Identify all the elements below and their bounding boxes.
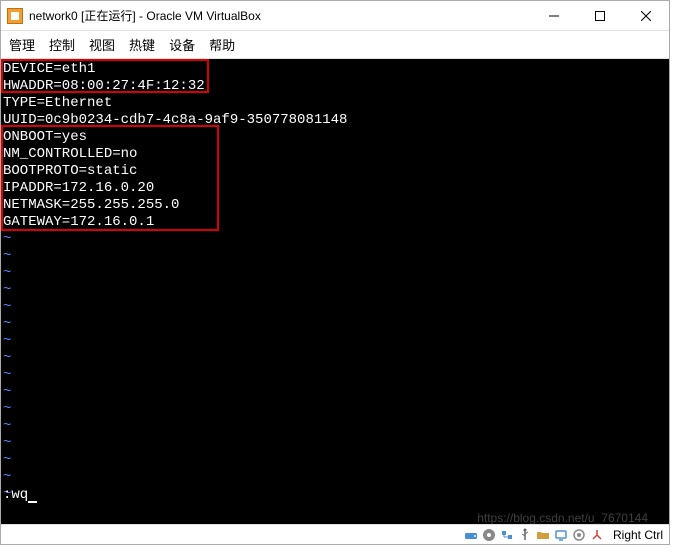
window-title: network0 [正在运行] - Oracle VM VirtualBox xyxy=(29,7,531,24)
menu-devices[interactable]: 设备 xyxy=(169,35,195,54)
menu-control[interactable]: 控制 xyxy=(49,35,75,54)
terminal-cursor xyxy=(28,501,37,503)
terminal-area[interactable]: DEVICE=eth1 HWADDR=08:00:27:4F:12:32 TYP… xyxy=(1,59,669,524)
menubar: 管理 控制 视图 热键 设备 帮助 xyxy=(1,31,669,59)
vim-tilde: ~ xyxy=(3,367,11,383)
vim-command-line: :wq xyxy=(3,487,37,504)
term-line: TYPE=Ethernet xyxy=(3,95,112,111)
term-line: BOOTPROTO=static xyxy=(3,163,137,179)
host-key-label: Right Ctrl xyxy=(613,528,663,542)
term-line: NETMASK=255.255.255.0 xyxy=(3,197,179,213)
usb-icon[interactable] xyxy=(517,527,533,543)
term-line: NM_CONTROLLED=no xyxy=(3,146,137,162)
vim-tilde: ~ xyxy=(3,231,11,247)
menu-view[interactable]: 视图 xyxy=(89,35,115,54)
vim-tilde: ~ xyxy=(3,333,11,349)
term-line: UUID=0c9b0234-cdb7-4c8a-9af9-35077808114… xyxy=(3,112,347,128)
titlebar: network0 [正在运行] - Oracle VM VirtualBox xyxy=(1,1,669,31)
term-line: HWADDR=08:00:27:4F:12:32 xyxy=(3,78,205,94)
display-icon[interactable] xyxy=(553,527,569,543)
menu-manage[interactable]: 管理 xyxy=(9,35,35,54)
vim-tilde: ~ xyxy=(3,299,11,315)
menu-help[interactable]: 帮助 xyxy=(209,35,235,54)
recording-icon[interactable] xyxy=(571,527,587,543)
shared-folder-icon[interactable] xyxy=(535,527,551,543)
maximize-button[interactable] xyxy=(577,1,623,30)
vim-tilde: ~ xyxy=(3,350,11,366)
vim-tilde: ~ xyxy=(3,384,11,400)
vim-tilde: ~ xyxy=(3,452,11,468)
terminal-content: DEVICE=eth1 HWADDR=08:00:27:4F:12:32 TYP… xyxy=(3,61,667,503)
term-line: ONBOOT=yes xyxy=(3,129,87,145)
vim-tilde: ~ xyxy=(3,316,11,332)
term-line: DEVICE=eth1 xyxy=(3,61,95,77)
hdd-icon[interactable] xyxy=(463,527,479,543)
optical-icon[interactable] xyxy=(481,527,497,543)
vim-tilde: ~ xyxy=(3,469,11,485)
vim-command-text: :wq xyxy=(3,487,28,503)
app-icon xyxy=(7,8,23,24)
minimize-icon xyxy=(549,11,559,21)
window-controls xyxy=(531,1,669,30)
vim-tilde: ~ xyxy=(3,265,11,281)
vim-tilde: ~ xyxy=(3,435,11,451)
term-line: IPADDR=172.16.0.20 xyxy=(3,180,154,196)
vim-tilde: ~ xyxy=(3,282,11,298)
term-line: GATEWAY=172.16.0.1 xyxy=(3,214,154,230)
hostkey-icon[interactable] xyxy=(589,527,605,543)
network-icon[interactable] xyxy=(499,527,515,543)
vim-tilde: ~ xyxy=(3,401,11,417)
virtualbox-window: network0 [正在运行] - Oracle VM VirtualBox 管… xyxy=(0,0,670,545)
vim-tilde: ~ xyxy=(3,248,11,264)
maximize-icon xyxy=(595,11,605,21)
statusbar: Right Ctrl xyxy=(1,524,669,544)
close-button[interactable] xyxy=(623,1,669,30)
minimize-button[interactable] xyxy=(531,1,577,30)
vim-tilde: ~ xyxy=(3,418,11,434)
menu-input[interactable]: 热键 xyxy=(129,35,155,54)
close-icon xyxy=(641,11,651,21)
